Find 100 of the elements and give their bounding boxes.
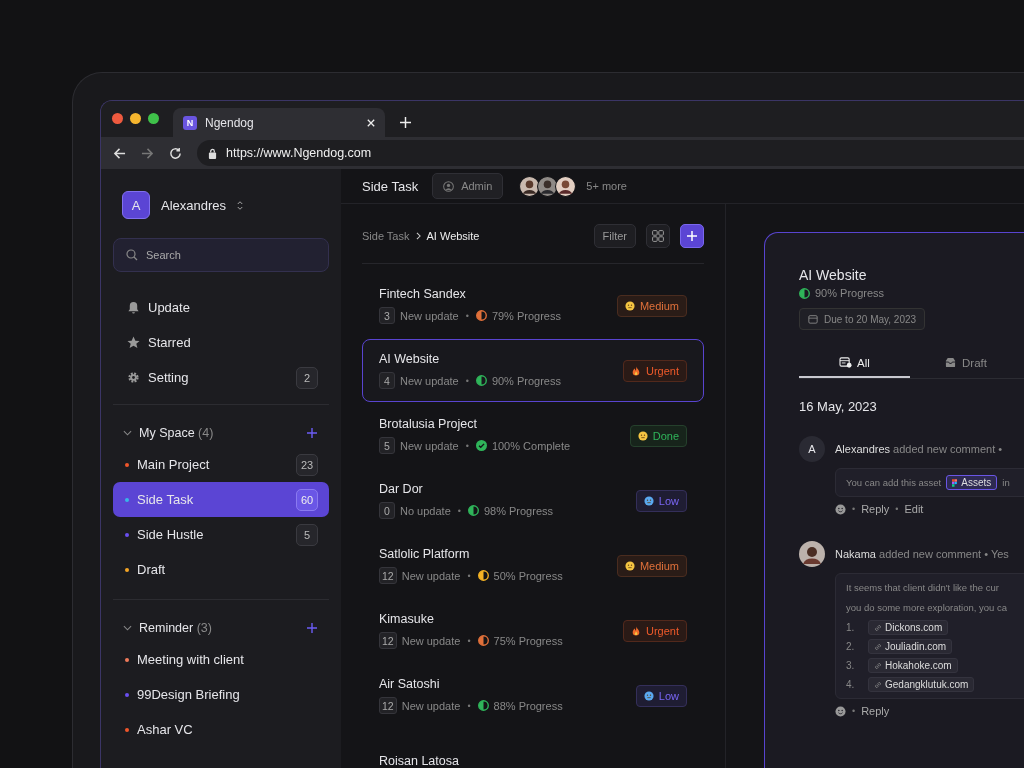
grid-view-button[interactable] — [646, 224, 670, 248]
link-chip[interactable]: Jouliadin.com — [868, 639, 953, 654]
search-field[interactable]: Search — [113, 238, 329, 272]
user-name[interactable]: Alexandres — [161, 197, 227, 213]
separator-dot: • — [852, 504, 856, 514]
sidebar-item[interactable]: Side Task 60 — [113, 482, 329, 517]
chevron-up-down-icon[interactable] — [237, 200, 244, 210]
link-chip[interactable]: Hokahoke.com — [868, 658, 958, 673]
emoji-icon[interactable] — [835, 705, 846, 717]
sidebar-item[interactable]: Meeting with client — [113, 642, 329, 677]
task-card[interactable]: Brotalusia Project 5 New update • 100% Complete Done — [362, 404, 704, 467]
chevron-icon[interactable] — [123, 430, 132, 436]
section-title[interactable]: My Space (4) — [139, 426, 300, 440]
close-window-icon[interactable] — [112, 113, 123, 124]
add-icon[interactable] — [307, 623, 317, 633]
asset-chip[interactable]: Assets — [946, 475, 998, 490]
face-icon — [624, 560, 635, 571]
task-card[interactable]: AI Website 4 New update • 90% Progress Urgent — [362, 339, 704, 402]
task-card[interactable]: Kimasuke 12 New update • 75% Progress Urgent — [362, 599, 704, 662]
section-title[interactable]: Reminder (3) — [139, 621, 300, 635]
priority-badge: Urgent — [622, 619, 687, 642]
task-name: Dar Dor — [379, 482, 424, 496]
update-count: 3 — [379, 307, 395, 324]
separator-dot: • — [895, 504, 899, 514]
task-name: Roisan Latosa — [379, 753, 460, 768]
add-icon[interactable] — [307, 428, 317, 438]
progress-text: 100% Complete — [491, 439, 571, 452]
new-tab-icon[interactable] — [400, 117, 411, 128]
update-status: New update — [401, 634, 461, 647]
update-status: New update — [400, 309, 459, 322]
separator-dot: • — [465, 375, 469, 386]
role-button[interactable]: Admin — [432, 173, 504, 199]
sidebar-item[interactable]: Side Hustle 5 — [113, 517, 329, 552]
browser-tab[interactable]: N Ngendog — [173, 108, 385, 137]
flame-icon — [630, 365, 641, 376]
sidebar-item[interactable]: 99Design Briefing — [113, 677, 329, 712]
count-badge: 2 — [296, 366, 318, 389]
close-icon[interactable] — [367, 118, 375, 127]
comment-action-link[interactable]: Reply — [861, 503, 890, 515]
due-date-tag: Due to 20 May, 2023 — [799, 308, 926, 330]
priority-badge: Done — [629, 424, 687, 447]
task-card[interactable]: Satlolic Platform 12 New update • 50% Progress Medium — [362, 534, 704, 597]
task-card[interactable]: Roisan Latosa — [362, 729, 704, 768]
calendar-icon — [808, 314, 818, 324]
progress-text: 79% Progress — [491, 309, 561, 322]
link-chip[interactable]: Dickons.com — [868, 620, 949, 635]
count-badge: 5 — [296, 523, 318, 546]
page-title: Side Task — [362, 178, 419, 194]
add-button[interactable] — [680, 224, 704, 248]
task-card[interactable]: Dar Dor 0 No update • 98% Progress Low — [362, 469, 704, 532]
inbox-icon — [944, 357, 958, 368]
link-chip[interactable]: Gedangklutuk.com — [868, 677, 975, 692]
star-icon — [127, 336, 140, 349]
face-icon — [643, 495, 654, 506]
link-icon — [874, 661, 882, 670]
breadcrumb-current: AI Website — [426, 230, 481, 242]
list-number: 4. — [846, 679, 856, 690]
link-icon — [874, 680, 882, 689]
gear-icon — [127, 371, 140, 384]
task-card[interactable]: Fintech Sandex 3 New update • 79% Progress Medium — [362, 274, 704, 337]
sidebar-item[interactable]: Ashar VC — [113, 712, 329, 747]
chevron-icon[interactable] — [123, 625, 132, 631]
tab[interactable]: All — [799, 349, 910, 378]
separator-dot: • — [467, 570, 471, 581]
task-name: AI Website — [379, 352, 441, 366]
sidebar-item[interactable]: Main Project 23 — [113, 447, 329, 482]
back-icon[interactable] — [113, 146, 126, 160]
reload-icon[interactable] — [169, 146, 182, 160]
separator-dot: • — [467, 635, 471, 646]
user-icon — [443, 180, 455, 192]
address-bar[interactable]: https://www.Ngendog.com — [197, 140, 1024, 166]
calendar-icon — [839, 357, 853, 368]
separator-dot: • — [457, 505, 461, 516]
comment-action-link[interactable]: Edit — [904, 503, 924, 515]
minimize-window-icon[interactable] — [130, 113, 141, 124]
tab[interactable]: Draft — [910, 349, 1021, 378]
list-number: 3. — [846, 660, 856, 671]
task-name: Fintech Sandex — [379, 287, 467, 301]
date-heading: 16 May, 2023 — [799, 399, 877, 414]
priority-badge: Low — [635, 684, 687, 707]
comment-action-link[interactable]: Reply — [861, 705, 890, 717]
update-count: 12 — [379, 697, 397, 714]
breadcrumb-link[interactable]: Side Task — [362, 230, 410, 242]
emoji-icon[interactable] — [835, 503, 846, 515]
update-status: New update — [400, 439, 459, 452]
nav-item[interactable]: Starred — [113, 325, 329, 360]
forward-icon[interactable] — [141, 146, 154, 160]
comment-text: you do some more exploration, you ca — [846, 601, 1008, 615]
sidebar-item[interactable]: Draft — [113, 552, 329, 587]
more-members-link[interactable]: 5+ more — [586, 180, 627, 192]
nav-item[interactable]: Setting 2 — [113, 360, 329, 395]
face-icon — [643, 690, 654, 701]
face-icon — [624, 300, 635, 311]
filter-button[interactable]: Filter — [593, 224, 636, 248]
task-card[interactable]: Air Satoshi 12 New update • 88% Progress Low — [362, 664, 704, 727]
tab-title: Ngendog — [205, 115, 255, 130]
figma-logo — [952, 478, 958, 487]
nav-item[interactable]: Update — [113, 290, 329, 325]
maximize-window-icon[interactable] — [148, 113, 159, 124]
separator-dot: • — [465, 440, 469, 451]
